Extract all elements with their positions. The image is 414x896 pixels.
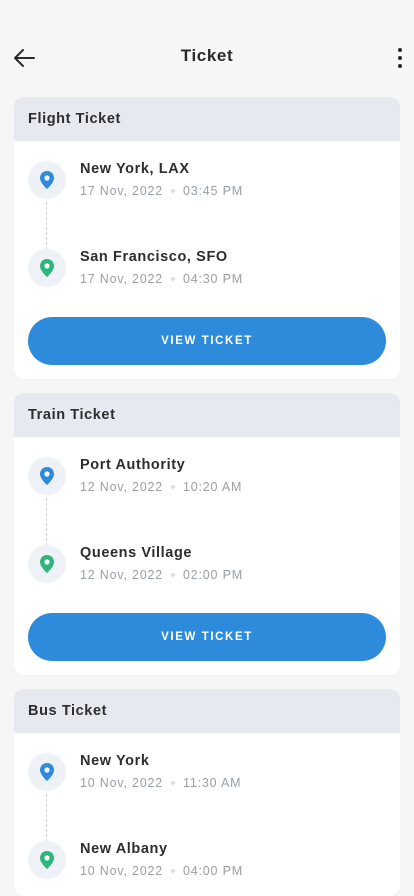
route-connector [46, 794, 47, 842]
separator-dot [171, 277, 176, 281]
destination-time: 04:00 PM [183, 864, 243, 878]
card-body: New York, LAX 17 Nov, 2022 03:45 PM San … [14, 141, 400, 379]
card-title: Train Ticket [14, 393, 400, 437]
destination-stop: Queens Village 12 Nov, 2022 02:00 PM [28, 545, 388, 589]
card-title: Flight Ticket [14, 97, 400, 141]
destination-date: 12 Nov, 2022 [80, 568, 164, 582]
ticket-card-train: Train Ticket Port Authority 12 Nov, 2022… [14, 393, 400, 675]
origin-name: Port Authority [80, 457, 186, 473]
separator-dot [171, 189, 176, 193]
separator-dot [171, 869, 176, 873]
card-body: Port Authority 12 Nov, 2022 10:20 AM Que… [14, 437, 400, 675]
origin-pin-icon [28, 457, 66, 495]
separator-dot [171, 781, 176, 785]
card-title: Bus Ticket [14, 689, 400, 733]
origin-name: New York, LAX [80, 161, 190, 177]
destination-datetime: 10 Nov, 2022 04:00 PM [80, 864, 243, 878]
page-title: Ticket [180, 46, 234, 65]
origin-stop: New York, LAX 17 Nov, 2022 03:45 PM [28, 161, 388, 205]
destination-date: 10 Nov, 2022 [80, 864, 164, 878]
route-connector [46, 202, 47, 250]
destination-datetime: 17 Nov, 2022 04:30 PM [80, 272, 243, 286]
more-vertical-icon [398, 48, 402, 52]
ticket-card-flight: Flight Ticket New York, LAX 17 Nov, 2022… [14, 97, 400, 379]
origin-stop: Port Authority 12 Nov, 2022 10:20 AM [28, 457, 388, 501]
separator-dot [171, 573, 176, 577]
route-connector [46, 498, 47, 546]
origin-time: 11:30 AM [183, 776, 242, 790]
origin-date: 10 Nov, 2022 [80, 776, 164, 790]
destination-datetime: 12 Nov, 2022 02:00 PM [80, 568, 243, 582]
origin-name: New York [80, 753, 150, 769]
destination-pin-icon [28, 841, 66, 879]
origin-datetime: 17 Nov, 2022 03:45 PM [80, 184, 243, 198]
destination-date: 17 Nov, 2022 [80, 272, 164, 286]
view-ticket-button[interactable]: VIEW TICKET [28, 613, 386, 661]
destination-pin-icon [28, 545, 66, 583]
origin-date: 12 Nov, 2022 [80, 480, 164, 494]
card-body: New York 10 Nov, 2022 11:30 AM New Alban… [14, 733, 400, 896]
destination-time: 02:00 PM [183, 568, 243, 582]
origin-datetime: 12 Nov, 2022 10:20 AM [80, 480, 242, 494]
origin-time: 03:45 PM [183, 184, 243, 198]
origin-stop: New York 10 Nov, 2022 11:30 AM [28, 753, 388, 797]
destination-name: Queens Village [80, 545, 193, 561]
destination-name: San Francisco, SFO [80, 249, 228, 265]
destination-stop: New Albany 10 Nov, 2022 04:00 PM [28, 841, 388, 885]
app-header: Ticket [0, 0, 414, 90]
destination-stop: San Francisco, SFO 17 Nov, 2022 04:30 PM [28, 249, 388, 293]
origin-time: 10:20 AM [183, 480, 243, 494]
origin-pin-icon [28, 753, 66, 791]
ticket-card-bus: Bus Ticket New York 10 Nov, 2022 11:30 A… [14, 689, 400, 896]
destination-time: 04:30 PM [183, 272, 243, 286]
separator-dot [171, 485, 176, 489]
destination-pin-icon [28, 249, 66, 287]
origin-date: 17 Nov, 2022 [80, 184, 164, 198]
more-options-button[interactable] [392, 44, 408, 72]
origin-datetime: 10 Nov, 2022 11:30 AM [80, 776, 241, 790]
destination-name: New Albany [80, 841, 168, 857]
view-ticket-button[interactable]: VIEW TICKET [28, 317, 386, 365]
origin-pin-icon [28, 161, 66, 199]
